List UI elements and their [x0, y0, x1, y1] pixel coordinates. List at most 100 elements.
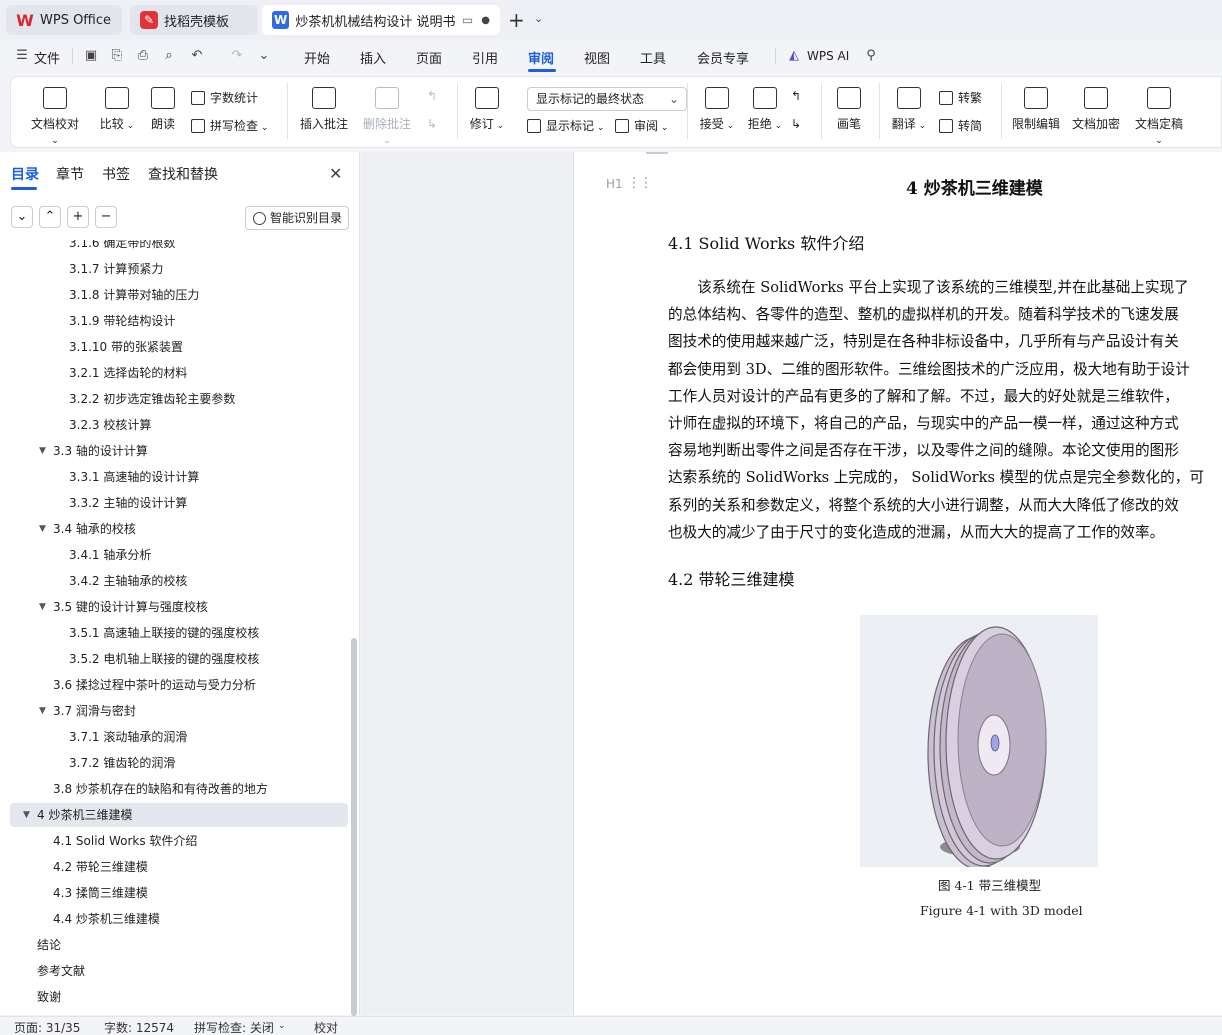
- screen-icon[interactable]: ▭: [462, 13, 473, 27]
- review-pane-button[interactable]: 审阅 ⌄: [615, 117, 668, 134]
- compare-button[interactable]: 比较 ⌄: [97, 87, 137, 132]
- status-proofread[interactable]: 校对: [314, 1019, 338, 1035]
- expand-triangle-icon[interactable]: ▼: [39, 517, 46, 541]
- chevron-down-icon[interactable]: ⌄: [256, 48, 272, 64]
- toc-item[interactable]: 3.2.1 选择齿轮的材料: [0, 361, 350, 385]
- toc-item[interactable]: 4.1 Solid Works 软件介绍: [0, 829, 350, 853]
- tab-templates[interactable]: ✎ 找稻壳模板: [130, 5, 258, 35]
- delete-comment-button[interactable]: 删除批注 ⌄: [359, 87, 415, 146]
- menu-member[interactable]: 会员专享: [697, 48, 749, 67]
- toc-item[interactable]: 4.4 炒茶机三维建模: [0, 907, 350, 931]
- chevron-down-icon[interactable]: ⌄: [278, 1021, 286, 1031]
- menu-view[interactable]: 视图: [584, 48, 610, 67]
- toc-item[interactable]: 3.7.1 滚动轴承的润滑: [0, 725, 350, 749]
- print-icon[interactable]: ⎙: [135, 48, 151, 64]
- previous-comment-icon[interactable]: ↰: [427, 89, 437, 103]
- toc-item[interactable]: ▼ 3.4 轴承的校核: [0, 517, 350, 541]
- save-icon[interactable]: ▣: [83, 48, 99, 64]
- toc-item[interactable]: 4.2 带轮三维建模: [0, 855, 350, 879]
- previous-change-icon[interactable]: ↰: [791, 89, 801, 103]
- close-icon[interactable]: ✕: [329, 164, 342, 183]
- unsaved-dot-icon[interactable]: ●: [481, 15, 490, 26]
- toc-item[interactable]: 3.7.2 锥齿轮的润滑: [0, 751, 350, 775]
- redo-icon[interactable]: ↷: [229, 48, 245, 64]
- add-level-button[interactable]: +: [67, 206, 89, 228]
- drag-handle-icon[interactable]: ⋮⋮: [627, 175, 653, 191]
- to-simplified-button[interactable]: 转简: [939, 117, 982, 134]
- toc-item[interactable]: 4.3 揉筒三维建模: [0, 881, 350, 905]
- toc-item[interactable]: 3.4.1 轴承分析: [0, 543, 350, 567]
- body-paragraph[interactable]: 该系统在 SolidWorks 平台上实现了该系统的三维模型,并在此基础上实现了…: [668, 274, 1222, 546]
- toc-item[interactable]: 3.3.1 高速轴的设计计算: [0, 465, 350, 489]
- reject-button[interactable]: 拒绝 ⌄: [745, 87, 785, 132]
- toc-item[interactable]: 致谢: [0, 985, 350, 1009]
- undo-icon[interactable]: ↶: [189, 48, 205, 64]
- toc-item[interactable]: 3.1.9 带轮结构设计: [0, 309, 350, 333]
- status-spell-check[interactable]: 拼写检查: 关闭: [194, 1019, 274, 1035]
- nav-tab-bookmarks[interactable]: 书签: [102, 164, 130, 184]
- pulley-3d-figure[interactable]: [860, 615, 1098, 870]
- new-tab-button[interactable]: +: [508, 8, 525, 32]
- toc-item[interactable]: ▼ 4 炒茶机三维建模: [10, 803, 348, 827]
- toc-item[interactable]: 3.1.6 确定带的根数: [0, 240, 350, 255]
- pen-button[interactable]: 画笔: [831, 87, 867, 132]
- toc-item[interactable]: ▼ 3.3 轴的设计计算: [0, 439, 350, 463]
- show-markup-button[interactable]: 显示标记 ⌄: [527, 117, 604, 134]
- doc-check-button[interactable]: 文档校对 ⌄: [27, 87, 83, 146]
- chapter-heading[interactable]: 4 炒茶机三维建模: [906, 174, 1043, 199]
- toc-item[interactable]: 3.4.2 主轴轴承的校核: [0, 569, 350, 593]
- section-heading-4-1[interactable]: 4.1 Solid Works 软件介绍: [668, 230, 864, 254]
- chevron-down-icon[interactable]: ⌄: [534, 12, 543, 25]
- nav-tab-toc[interactable]: 目录: [11, 164, 39, 184]
- toc-item[interactable]: ▼ 3.7 润滑与密封: [0, 699, 350, 723]
- toc-item[interactable]: 结论: [0, 933, 350, 957]
- print-preview-icon[interactable]: ⌕: [161, 48, 177, 64]
- remove-level-button[interactable]: −: [95, 206, 117, 228]
- nav-tab-chapters[interactable]: 章节: [56, 164, 84, 184]
- toc-item[interactable]: 3.8 炒茶机存在的缺陷和有待改善的地方: [0, 777, 350, 801]
- accept-button[interactable]: 接受 ⌄: [697, 87, 737, 132]
- next-change-icon[interactable]: ↳: [791, 117, 801, 131]
- translate-button[interactable]: 翻译 ⌄: [889, 87, 929, 132]
- menu-references[interactable]: 引用: [472, 48, 498, 67]
- wps-ai-icon[interactable]: ◭: [786, 48, 802, 64]
- insert-comment-button[interactable]: 插入批注: [299, 87, 349, 132]
- toc-item[interactable]: 3.6 揉捻过程中茶叶的运动与受力分析: [0, 673, 350, 697]
- menu-review[interactable]: 审阅: [528, 48, 554, 67]
- toc-item[interactable]: 3.1.7 计算预紧力: [0, 257, 350, 281]
- word-count-button[interactable]: 字数统计: [191, 89, 258, 106]
- expand-triangle-icon[interactable]: ▼: [39, 595, 46, 619]
- smart-toc-button[interactable]: 智能识别目录: [245, 206, 349, 230]
- menu-file[interactable]: 文件: [34, 48, 60, 67]
- expand-triangle-icon[interactable]: ▼: [39, 699, 46, 723]
- restrict-edit-button[interactable]: 限制编辑: [1011, 87, 1061, 132]
- heading-level-marker[interactable]: H1: [606, 177, 623, 191]
- menu-tools[interactable]: 工具: [640, 48, 666, 67]
- menu-wps-ai[interactable]: WPS AI: [807, 49, 849, 63]
- toc-item[interactable]: 参考文献: [0, 959, 350, 983]
- search-icon[interactable]: ⚲: [863, 48, 879, 64]
- status-page[interactable]: 页面: 31/35: [14, 1019, 80, 1035]
- collapse-all-button[interactable]: ⌄: [11, 206, 33, 228]
- status-word-count[interactable]: 字数: 12574: [104, 1019, 174, 1035]
- next-comment-icon[interactable]: ↳: [427, 117, 437, 131]
- hamburger-icon[interactable]: ☰: [14, 48, 30, 64]
- read-aloud-button[interactable]: 朗读: [149, 87, 177, 132]
- toc-item[interactable]: 3.5.1 高速轴上联接的键的强度校核: [0, 621, 350, 645]
- encrypt-button[interactable]: 文档加密: [1071, 87, 1121, 132]
- menu-page[interactable]: 页面: [416, 48, 442, 67]
- toc-item[interactable]: 3.3.2 主轴的设计计算: [0, 491, 350, 515]
- toc-item[interactable]: 3.5.2 电机轴上联接的键的强度校核: [0, 647, 350, 671]
- section-heading-4-2[interactable]: 4.2 带轮三维建模: [668, 566, 795, 590]
- toc-item[interactable]: 3.1.10 带的张紧装置: [0, 335, 350, 359]
- to-traditional-button[interactable]: 转繁: [939, 89, 982, 106]
- tab-wps-office[interactable]: W WPS Office: [6, 5, 122, 35]
- markup-state-select[interactable]: 显示标记的最终状态 ⌄: [527, 87, 687, 111]
- spell-check-button[interactable]: 拼写检查 ⌄: [191, 117, 268, 134]
- track-changes-button[interactable]: 修订 ⌄: [467, 87, 507, 132]
- menu-insert[interactable]: 插入: [360, 48, 386, 67]
- move-up-button[interactable]: ⌃: [39, 206, 61, 228]
- toc-item[interactable]: 3.2.3 校核计算: [0, 413, 350, 437]
- toc-item[interactable]: 3.2.2 初步选定锥齿轮主要参数: [0, 387, 350, 411]
- expand-triangle-icon[interactable]: ▼: [23, 803, 30, 827]
